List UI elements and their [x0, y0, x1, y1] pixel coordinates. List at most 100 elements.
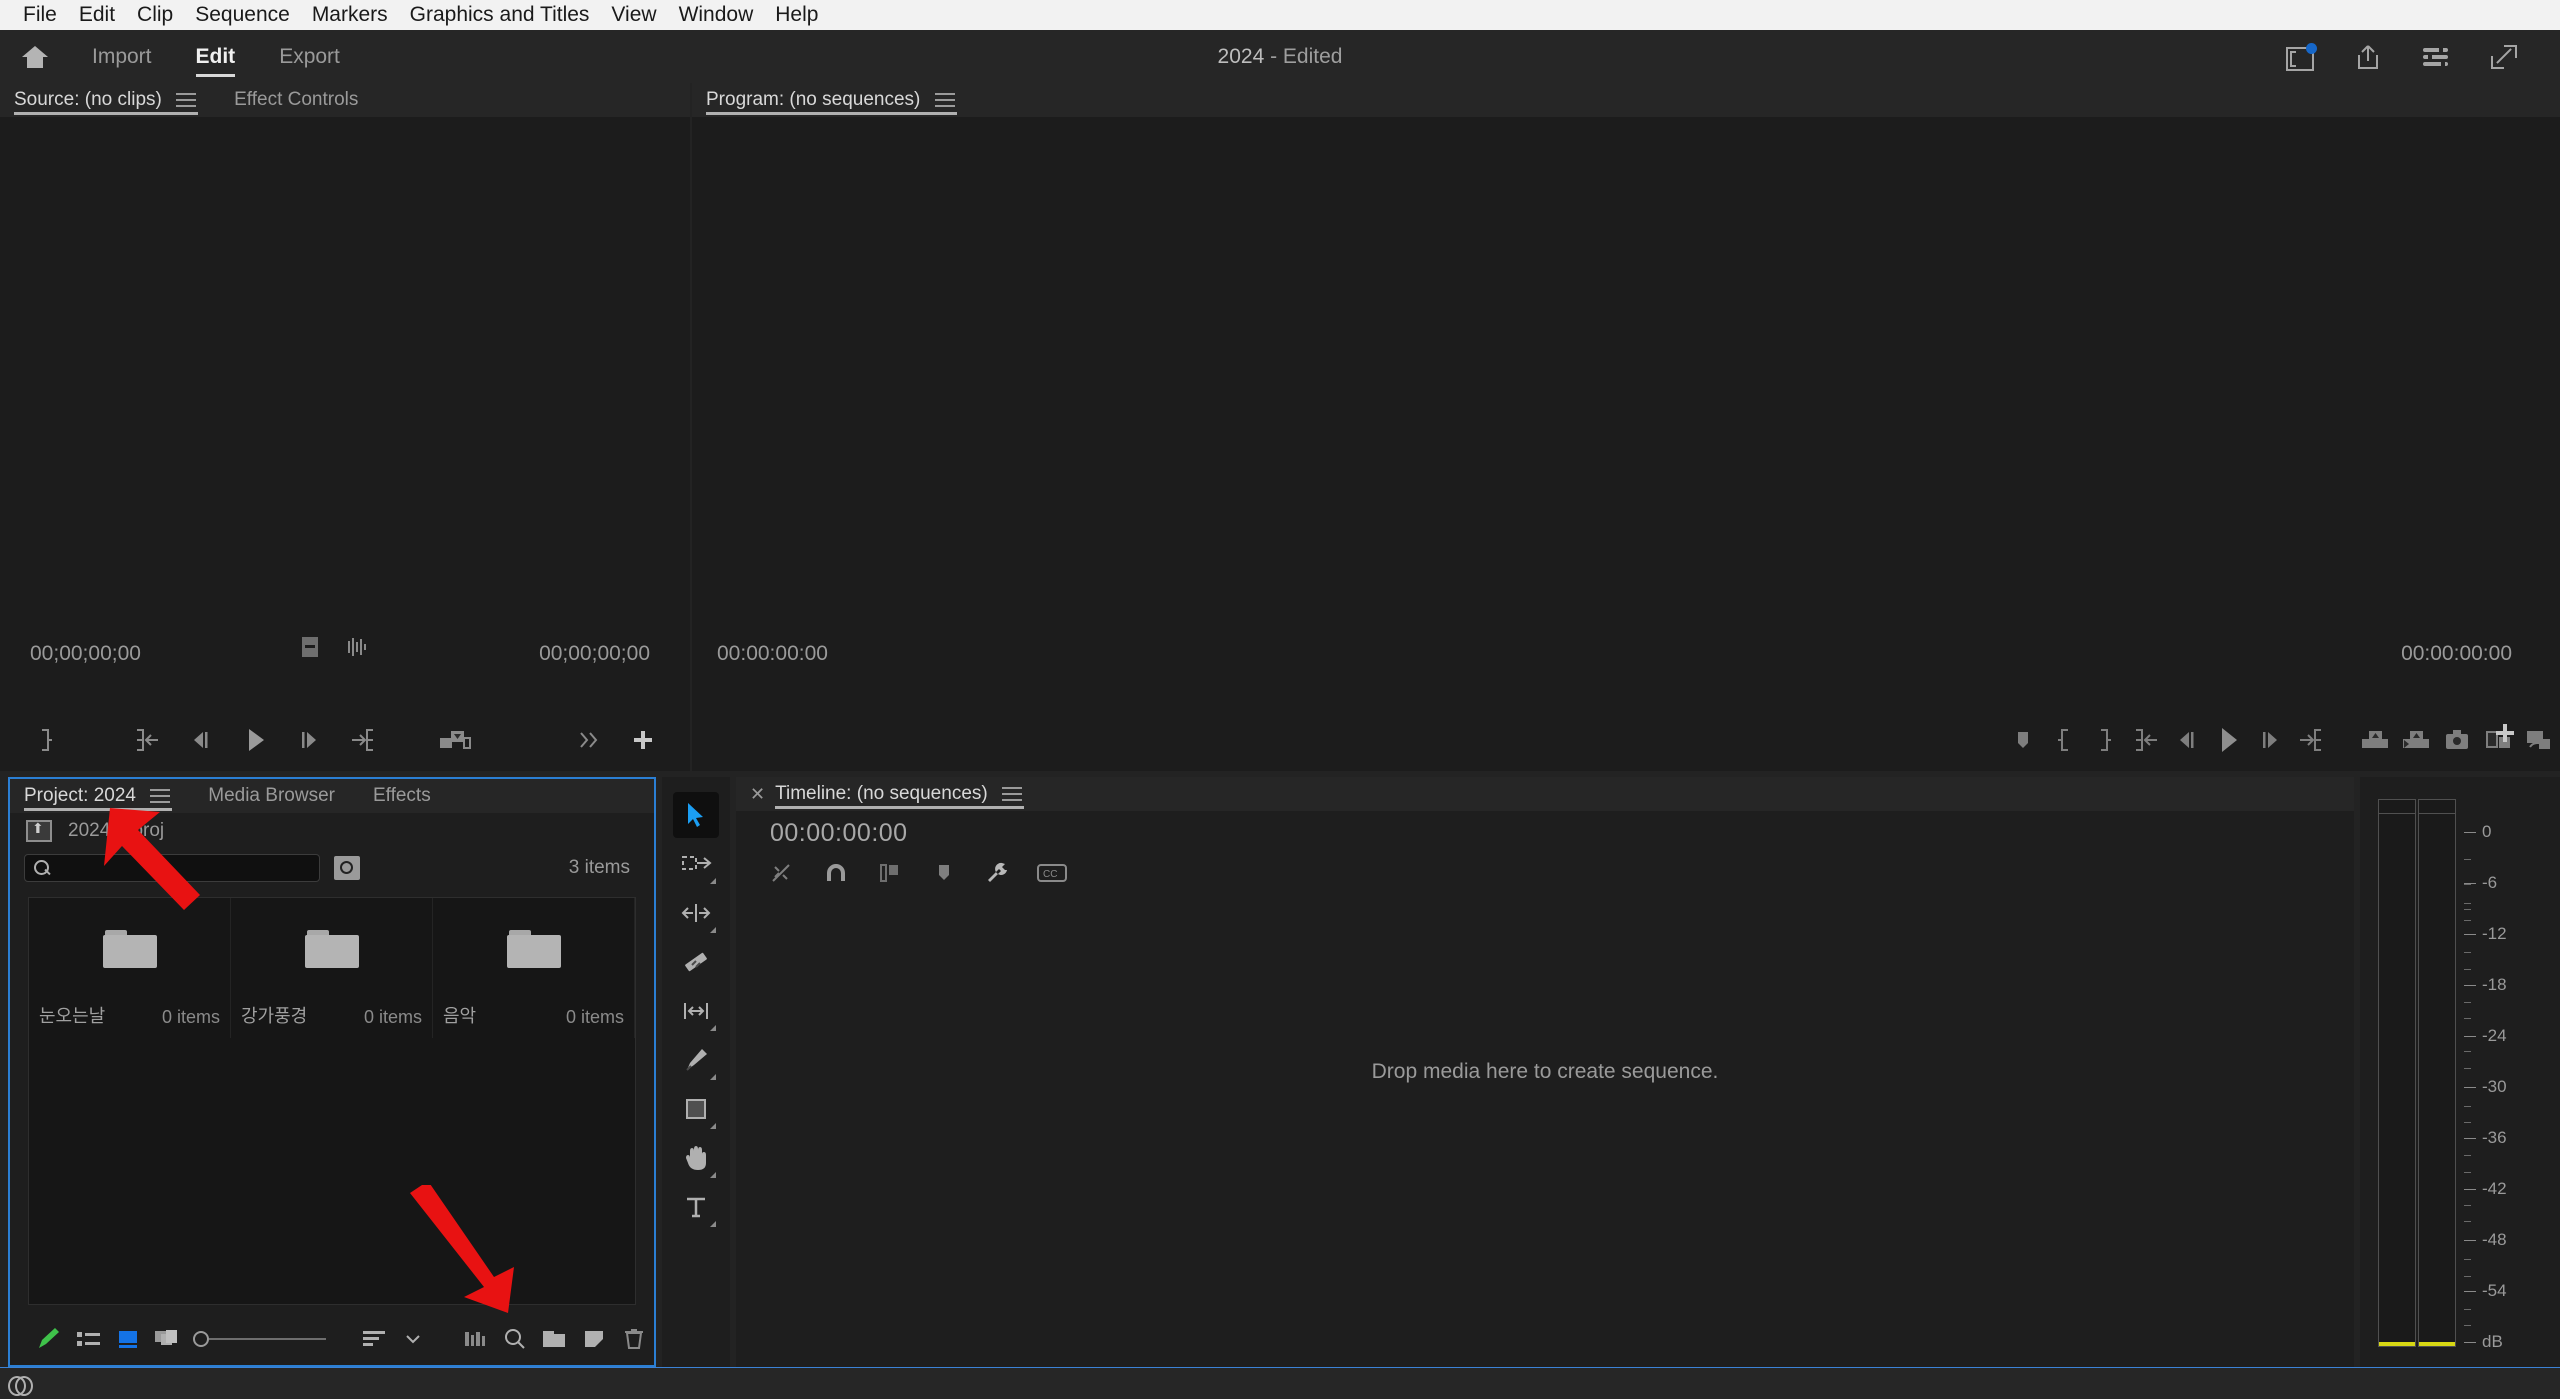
play-button[interactable]: [2208, 718, 2249, 762]
tab-source[interactable]: Source: (no clips): [14, 83, 210, 117]
search-input[interactable]: [57, 858, 287, 878]
bin-item[interactable]: 음악 0 items: [433, 898, 635, 1038]
mark-out-button[interactable]: [20, 718, 74, 762]
play-button[interactable]: [228, 718, 282, 762]
program-timecode-current[interactable]: 00:00:00:00: [717, 642, 828, 666]
bin-grid[interactable]: 눈오는날 0 items 강가풍경 0 items 음악 0 items: [28, 897, 636, 1305]
ripple-edit-tool[interactable]: [673, 890, 719, 936]
timeline-settings-icon[interactable]: [982, 859, 1014, 887]
share-icon[interactable]: [2352, 42, 2384, 72]
more-buttons-chevrons[interactable]: [562, 718, 616, 762]
find-box-button[interactable]: [334, 856, 360, 880]
add-marker-button[interactable]: [2002, 718, 2043, 762]
menu-markers[interactable]: Markers: [301, 0, 399, 30]
menu-window[interactable]: Window: [668, 0, 765, 30]
sort-icon[interactable]: [354, 1319, 394, 1359]
home-button[interactable]: [0, 45, 70, 68]
track-select-forward-tool[interactable]: [673, 841, 719, 887]
snap-icon[interactable]: [820, 859, 852, 887]
zoom-slider[interactable]: [193, 1331, 327, 1347]
search-input-wrapper[interactable]: [24, 854, 320, 882]
tab-media-browser[interactable]: Media Browser: [208, 779, 349, 813]
type-tool[interactable]: [673, 1184, 719, 1230]
mark-out-button[interactable]: [2084, 718, 2125, 762]
captions-icon[interactable]: CC: [1036, 859, 1068, 887]
delete-icon[interactable]: [614, 1319, 654, 1359]
button-editor-plus[interactable]: [616, 718, 670, 762]
panel-toggle-icon[interactable]: [2284, 42, 2317, 72]
list-view-icon[interactable]: [68, 1319, 108, 1359]
creative-cloud-icon[interactable]: [8, 1372, 33, 1396]
go-to-out-button[interactable]: [2290, 718, 2331, 762]
step-back-button[interactable]: [174, 718, 228, 762]
source-transport-controls: [0, 715, 690, 765]
source-timecode-current[interactable]: 00;00;00;00: [30, 642, 141, 666]
selection-tool[interactable]: [673, 792, 719, 838]
insert-overwrite-icon[interactable]: [766, 859, 798, 887]
audio-meter-channels[interactable]: [2378, 799, 2458, 1347]
bin-item[interactable]: 강가풍경 0 items: [231, 898, 433, 1038]
bin-item[interactable]: 눈오는날 0 items: [29, 898, 231, 1038]
program-panel-menu-icon[interactable]: [934, 93, 955, 107]
menu-help[interactable]: Help: [764, 0, 829, 30]
program-timecode-duration[interactable]: 00:00:00:00: [2401, 642, 2512, 666]
find-icon[interactable]: [495, 1319, 535, 1359]
slip-tool[interactable]: [673, 988, 719, 1034]
go-to-in-button[interactable]: [120, 718, 174, 762]
timeline-playhead-timecode[interactable]: 00:00:00:00: [770, 819, 908, 848]
step-forward-button[interactable]: [2249, 718, 2290, 762]
menu-view[interactable]: View: [600, 0, 667, 30]
new-bin-icon[interactable]: [535, 1319, 575, 1359]
settings-frame-icon[interactable]: [300, 636, 320, 663]
menu-sequence[interactable]: Sequence: [184, 0, 301, 30]
tab-export[interactable]: Export: [257, 30, 362, 83]
new-item-icon[interactable]: [574, 1319, 614, 1359]
menu-file[interactable]: File: [12, 0, 68, 30]
rectangle-tool[interactable]: [673, 1086, 719, 1132]
tab-effect-controls[interactable]: Effect Controls: [234, 83, 372, 117]
project-panel-menu-icon[interactable]: [150, 789, 171, 803]
extract-button[interactable]: [2395, 718, 2436, 762]
menu-clip[interactable]: Clip: [126, 0, 184, 30]
audio-waveform-icon[interactable]: [346, 637, 370, 662]
bin-item-count: 0 items: [161, 1007, 220, 1027]
fullscreen-expand-icon[interactable]: [2488, 42, 2520, 72]
add-marker-icon[interactable]: [928, 859, 960, 887]
mark-in-button[interactable]: [2043, 718, 2084, 762]
source-timecode-duration[interactable]: 00;00;00;00: [539, 642, 650, 666]
go-to-in-button[interactable]: [2125, 718, 2166, 762]
chevron-down-icon[interactable]: [393, 1319, 433, 1359]
tab-project[interactable]: Project: 2024: [24, 779, 184, 813]
pen-tool[interactable]: [673, 1037, 719, 1083]
zoom-slider-knob[interactable]: [193, 1331, 210, 1347]
freeform-view-icon[interactable]: [147, 1319, 187, 1359]
pen-highlight-icon[interactable]: [28, 1319, 68, 1359]
icon-view-icon[interactable]: [108, 1319, 148, 1359]
tab-edit[interactable]: Edit: [174, 30, 258, 83]
program-button-editor-plus[interactable]: [2478, 711, 2532, 755]
program-monitor-viewport[interactable]: 00:00:00:00 00:00:00:00: [692, 117, 2560, 771]
settings-sliders-icon[interactable]: [2420, 42, 2452, 72]
step-back-button[interactable]: [2167, 718, 2208, 762]
hand-tool[interactable]: [673, 1135, 719, 1181]
step-forward-button[interactable]: [282, 718, 336, 762]
zoom-slider-track[interactable]: [209, 1338, 327, 1340]
filter-bins-icon[interactable]: [455, 1319, 495, 1359]
insert-overwrite-button[interactable]: [428, 718, 482, 762]
timeline-panel-menu-icon[interactable]: [1002, 787, 1022, 801]
go-to-out-button[interactable]: [336, 718, 390, 762]
tab-program[interactable]: Program: (no sequences): [706, 83, 969, 117]
export-frame-button[interactable]: [2436, 718, 2477, 762]
source-monitor-viewport[interactable]: 00;00;00;00 00;00;00;00: [0, 117, 690, 771]
menu-graphics-and-titles[interactable]: Graphics and Titles: [399, 0, 601, 30]
tab-effects[interactable]: Effects: [373, 779, 445, 813]
source-panel-menu-icon[interactable]: [176, 93, 197, 107]
parent-bin-icon[interactable]: [26, 820, 52, 842]
tab-import[interactable]: Import: [70, 30, 174, 83]
tab-timeline[interactable]: Timeline: (no sequences): [775, 777, 1036, 811]
linked-selection-icon[interactable]: [874, 859, 906, 887]
menu-edit[interactable]: Edit: [68, 0, 126, 30]
razor-tool[interactable]: [673, 939, 719, 985]
lift-button[interactable]: [2354, 718, 2395, 762]
close-icon[interactable]: ✕: [750, 777, 765, 811]
